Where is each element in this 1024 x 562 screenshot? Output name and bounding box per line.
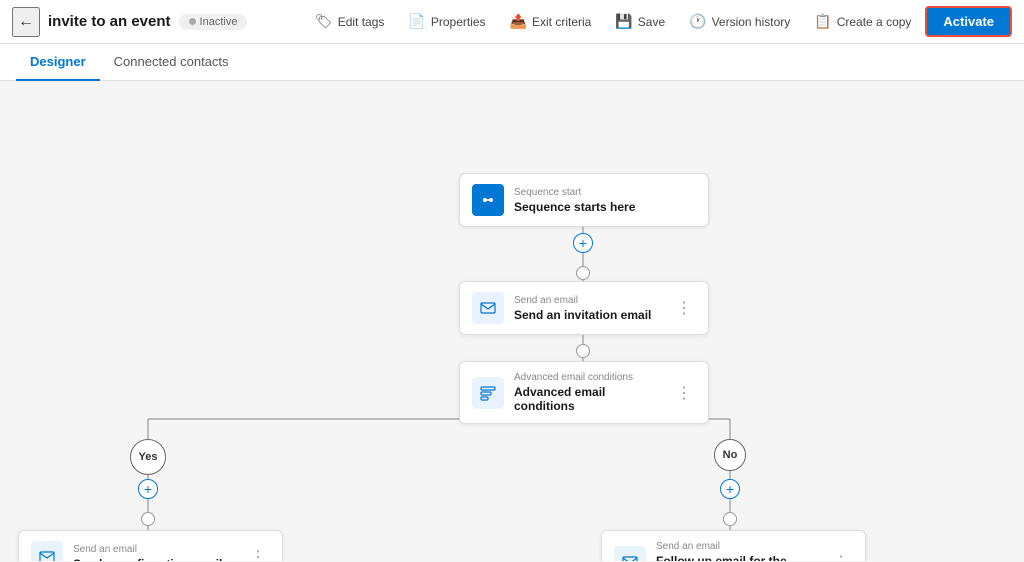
- create-copy-button[interactable]: 📋 Create a copy: [804, 8, 921, 35]
- create-copy-icon: 📋: [814, 13, 831, 30]
- properties-label: Properties: [431, 15, 486, 29]
- send-email-3-node[interactable]: Send an email Follow up email for the ev…: [601, 530, 866, 561]
- advanced-conditions-1-content: Advanced email conditions Advanced email…: [514, 372, 662, 413]
- advanced-conditions-1-node[interactable]: Advanced email conditions Advanced email…: [459, 361, 709, 424]
- edit-tags-button[interactable]: 🏷 Edit tags: [305, 8, 394, 35]
- activate-button[interactable]: Activate: [925, 6, 1012, 37]
- version-history-button[interactable]: 🕐 Version history: [679, 8, 800, 35]
- exit-criteria-button[interactable]: 📤 Exit criteria: [500, 8, 602, 35]
- header-actions: 🏷 Edit tags 📄 Properties 📤 Exit criteria…: [305, 6, 1012, 37]
- send-email-2-menu[interactable]: ⋮: [246, 545, 270, 561]
- edit-tags-icon: 🏷: [315, 13, 333, 30]
- status-label: Inactive: [200, 16, 238, 28]
- connector-circle-right: [723, 512, 737, 526]
- yes-branch-label: Yes: [130, 439, 166, 475]
- back-button[interactable]: ←: [12, 7, 40, 37]
- properties-icon: 📄: [408, 13, 425, 30]
- advanced-conditions-1-label: Advanced email conditions: [514, 372, 662, 383]
- status-dot: [189, 18, 196, 25]
- send-email-3-content: Send an email Follow up email for the ev…: [656, 541, 819, 561]
- header: ← invite to an event Inactive 🏷 Edit tag…: [0, 0, 1024, 44]
- status-badge: Inactive: [179, 14, 248, 30]
- page-title: invite to an event: [48, 13, 171, 30]
- send-email-2-content: Send an email Send a confirmation email: [73, 544, 236, 562]
- send-email-1-content: Send an email Send an invitation email: [514, 295, 662, 322]
- send-email-3-menu[interactable]: ⋮: [829, 550, 853, 562]
- send-email-3-label: Send an email: [656, 541, 819, 552]
- send-email-2-node[interactable]: Send an email Send a confirmation email …: [18, 530, 283, 561]
- save-icon: 💾: [615, 13, 632, 30]
- send-email-2-icon: [31, 541, 63, 561]
- sequence-start-node[interactable]: Sequence start Sequence starts here: [459, 173, 709, 227]
- back-icon: ←: [18, 13, 34, 31]
- version-history-icon: 🕐: [689, 13, 706, 30]
- save-button[interactable]: 💾 Save: [605, 8, 675, 35]
- sequence-start-icon: [472, 184, 504, 216]
- designer-canvas: Sequence start Sequence starts here + Se…: [0, 81, 1024, 561]
- version-history-label: Version history: [712, 15, 791, 29]
- edit-tags-label: Edit tags: [338, 15, 385, 29]
- advanced-conditions-1-icon: [472, 377, 504, 409]
- sequence-start-content: Sequence start Sequence starts here: [514, 187, 696, 214]
- exit-criteria-icon: 📤: [510, 13, 527, 30]
- exit-criteria-label: Exit criteria: [532, 15, 591, 29]
- create-copy-label: Create a copy: [837, 15, 912, 29]
- save-label: Save: [638, 15, 665, 29]
- connector-circle-1: [576, 266, 590, 280]
- send-email-1-label: Send an email: [514, 295, 662, 306]
- add-step-1-button[interactable]: +: [573, 233, 593, 253]
- advanced-conditions-1-menu[interactable]: ⋮: [672, 381, 696, 405]
- connector-circle-2: [576, 344, 590, 358]
- send-email-1-icon: [472, 292, 504, 324]
- tabs: Designer Connected contacts: [0, 44, 1024, 81]
- add-step-left-button[interactable]: +: [138, 479, 158, 499]
- advanced-conditions-1-title: Advanced email conditions: [514, 385, 662, 413]
- send-email-3-title: Follow up email for the event: [656, 554, 819, 561]
- send-email-1-node[interactable]: Send an email Send an invitation email ⋮: [459, 281, 709, 335]
- send-email-3-icon: [614, 546, 646, 562]
- sequence-start-label: Sequence start: [514, 187, 696, 198]
- send-email-2-label: Send an email: [73, 544, 236, 555]
- connector-circle-left: [141, 512, 155, 526]
- sequence-start-title: Sequence starts here: [514, 200, 696, 214]
- header-left: ← invite to an event Inactive: [12, 7, 297, 37]
- add-step-right-button[interactable]: +: [720, 479, 740, 499]
- tab-connected-contacts[interactable]: Connected contacts: [100, 44, 243, 81]
- send-email-2-title: Send a confirmation email: [73, 557, 236, 562]
- send-email-1-title: Send an invitation email: [514, 308, 662, 322]
- send-email-1-menu[interactable]: ⋮: [672, 296, 696, 320]
- properties-button[interactable]: 📄 Properties: [398, 8, 495, 35]
- tab-designer[interactable]: Designer: [16, 44, 100, 81]
- no-branch-label: No: [714, 439, 746, 471]
